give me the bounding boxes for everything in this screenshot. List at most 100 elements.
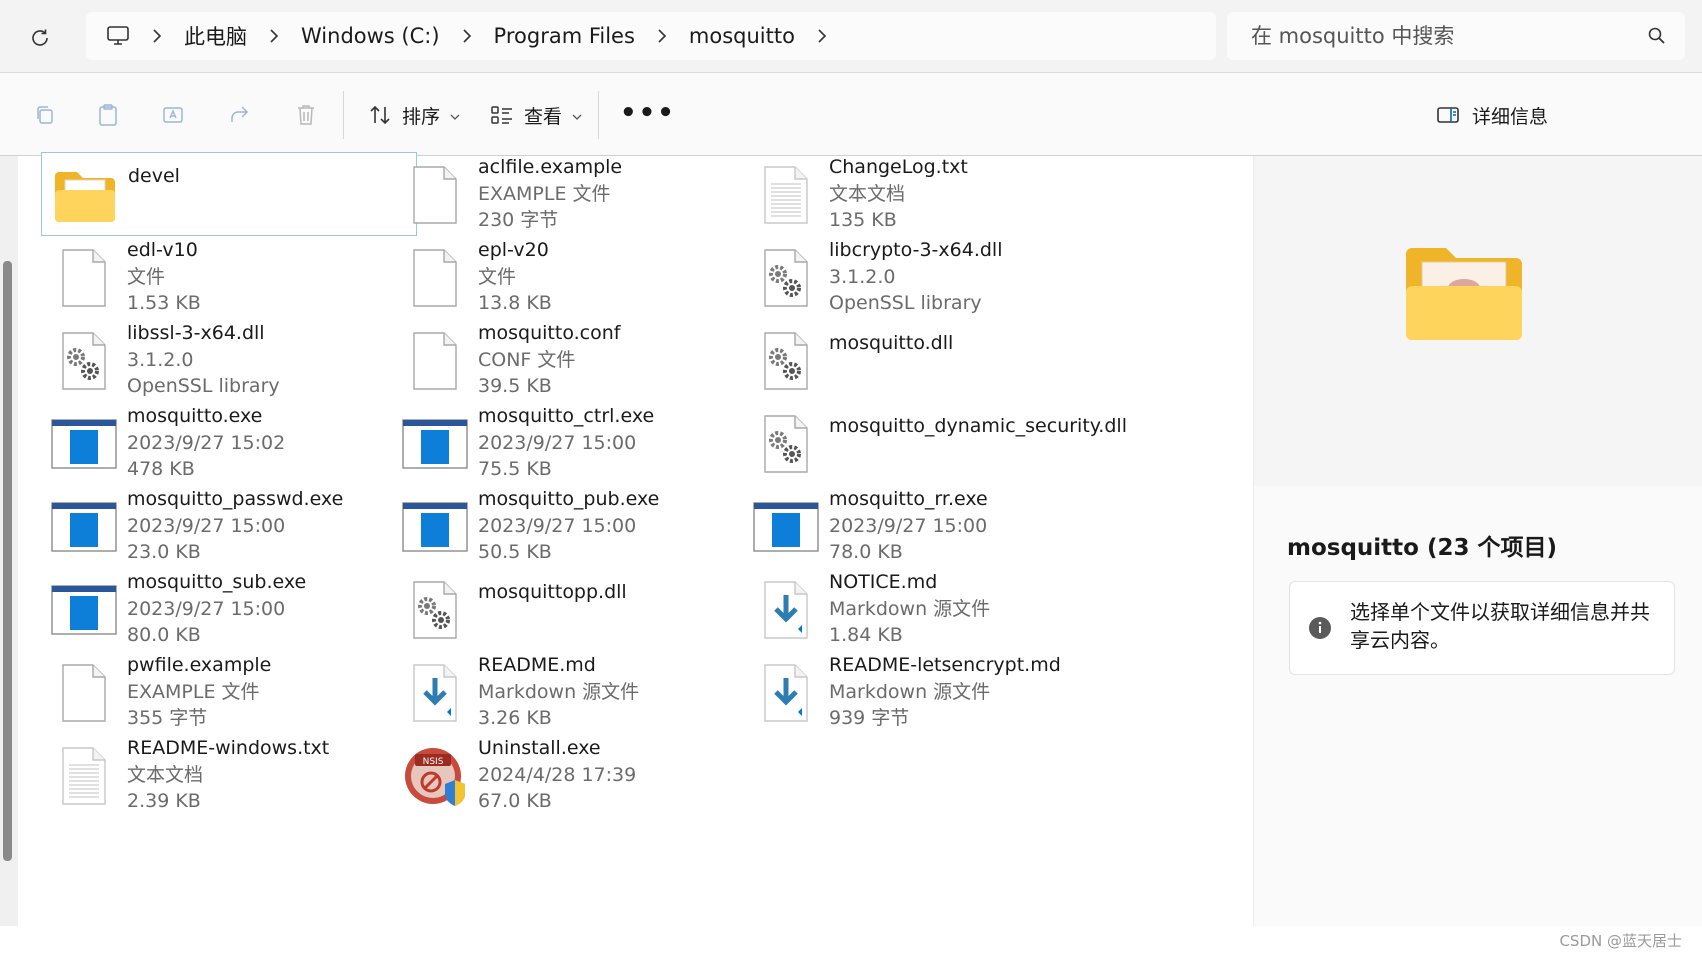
file-name: mosquitto.dll	[829, 332, 954, 354]
search-icon[interactable]	[1647, 26, 1667, 50]
generic-file-icon	[47, 243, 121, 313]
exe-file-icon	[47, 409, 121, 479]
file-size: 2.39 KB	[127, 790, 201, 812]
scrollbar-thumb[interactable]	[3, 261, 12, 861]
file-name: Uninstall.exe	[478, 737, 601, 759]
file-name: mosquitto.conf	[478, 322, 621, 344]
search-box[interactable]	[1227, 12, 1685, 60]
chevron-right-icon[interactable]	[269, 28, 279, 44]
copy-button[interactable]	[27, 97, 63, 133]
file-item-text: NOTICE.md Markdown 源文件 1.84 KB	[829, 569, 990, 649]
file-item[interactable]: mosquitto_ctrl.exe 2023/9/27 15:00 75.5 KB	[392, 401, 768, 485]
delete-button[interactable]	[288, 97, 324, 133]
file-item[interactable]: mosquitto.exe 2023/9/27 15:02 478 KB	[41, 401, 417, 485]
file-item[interactable]: edl-v10 文件 1.53 KB	[41, 235, 417, 319]
details-pane: mosquitto (23 个项目) 选择单个文件以获取详细信息并共享云内容。	[1253, 156, 1702, 926]
share-button[interactable]	[222, 97, 258, 133]
file-item[interactable]: mosquitto_pub.exe 2023/9/27 15:00 50.5 KB	[392, 484, 768, 568]
file-item[interactable]: epl-v20 文件 13.8 KB	[392, 235, 768, 319]
scrollbar[interactable]	[0, 156, 18, 926]
view-icon	[491, 106, 512, 124]
file-size: 75.5 KB	[478, 458, 552, 480]
file-item[interactable]: README-letsencrypt.md Markdown 源文件 939 字节	[743, 650, 1119, 734]
details-pane-icon	[1437, 107, 1459, 123]
file-item-text: mosquitto.exe 2023/9/27 15:02 478 KB	[127, 403, 285, 483]
search-input[interactable]	[1249, 23, 1633, 49]
file-detail-line: Markdown 源文件	[478, 680, 640, 703]
file-name: mosquitto_rr.exe	[829, 488, 988, 510]
chevron-down-icon	[450, 104, 460, 126]
chevron-down-icon	[572, 104, 582, 126]
details-pane-button[interactable]: 详细信息	[1436, 97, 1548, 133]
exe-file-icon	[398, 492, 472, 562]
address-box[interactable]: 此电脑 Windows (C:) Program Files mosquitto	[86, 12, 1216, 60]
text-file-icon	[47, 741, 121, 811]
file-item-text: mosquittopp.dll	[478, 579, 627, 606]
toolbar-divider	[343, 91, 344, 139]
breadcrumb-program-files[interactable]: Program Files	[494, 24, 635, 48]
breadcrumb-windows-c[interactable]: Windows (C:)	[301, 24, 440, 48]
paste-button[interactable]	[90, 97, 126, 133]
file-detail-line: 文本文档	[127, 763, 204, 786]
view-dropdown[interactable]: 查看	[490, 97, 582, 133]
file-list[interactable]: devel aclfile.example EXAMPLE 文件 230 字节 Chan…	[0, 152, 1252, 926]
chevron-right-icon[interactable]	[817, 28, 827, 44]
info-icon	[1309, 617, 1331, 639]
file-item[interactable]: mosquitto_passwd.exe 2023/9/27 15:00 23.0 …	[41, 484, 417, 568]
file-detail-line: 文本文档	[829, 182, 906, 205]
file-item[interactable]: pwfile.example EXAMPLE 文件 355 字节	[41, 650, 417, 734]
breadcrumb-this-pc[interactable]: 此电脑	[184, 21, 247, 51]
chevron-right-icon[interactable]	[657, 28, 667, 44]
breadcrumb-mosquitto[interactable]: mosquitto	[689, 24, 795, 48]
file-size: 478 KB	[127, 458, 195, 480]
file-name: NOTICE.md	[829, 571, 938, 593]
file-item[interactable]: ChangeLog.txt 文本文档 135 KB	[743, 152, 1119, 236]
file-name: ChangeLog.txt	[829, 156, 968, 178]
file-item[interactable]: mosquitto_sub.exe 2023/9/27 15:00 80.0 KB	[41, 567, 417, 651]
file-name: mosquitto_passwd.exe	[127, 488, 344, 510]
file-detail-line: 文件	[127, 265, 166, 288]
this-pc-icon[interactable]	[106, 25, 130, 47]
sort-dropdown[interactable]: 排序	[368, 97, 460, 133]
watermark-text: CSDN @蓝天居士	[1559, 932, 1682, 950]
file-detail-line: 3.1.2.0	[829, 265, 896, 288]
file-item[interactable]: devel	[41, 152, 417, 236]
file-item[interactable]: mosquittopp.dll	[392, 567, 768, 651]
more-options-button[interactable]: •••	[620, 100, 676, 126]
chevron-right-icon[interactable]	[462, 28, 472, 44]
text-file-icon	[749, 160, 823, 230]
exe-file-icon	[398, 409, 472, 479]
rename-icon	[163, 107, 183, 123]
file-item[interactable]: mosquitto_rr.exe 2023/9/27 15:00 78.0 KB	[743, 484, 1119, 568]
rename-button[interactable]	[156, 97, 192, 133]
file-item[interactable]: NOTICE.md Markdown 源文件 1.84 KB	[743, 567, 1119, 651]
chevron-right-icon[interactable]	[152, 28, 162, 44]
generic-file-icon	[398, 160, 472, 230]
file-item[interactable]: aclfile.example EXAMPLE 文件 230 字节	[392, 152, 768, 236]
generic-file-icon	[47, 658, 121, 728]
file-item[interactable]: mosquitto.dll	[743, 318, 1119, 402]
view-label: 查看	[524, 105, 563, 128]
file-item-text: Uninstall.exe 2024/4/28 17:39 67.0 KB	[478, 735, 636, 815]
refresh-button[interactable]	[22, 20, 58, 56]
file-detail-line: 文件	[478, 265, 517, 288]
file-item[interactable]: mosquitto.conf CONF 文件 39.5 KB	[392, 318, 768, 402]
details-title: mosquitto (23 个项目)	[1287, 535, 1558, 561]
file-name: mosquitto.exe	[127, 405, 263, 427]
file-item[interactable]: NSIS Uninstall.exe 2024/4/28 17:39 67.0 KB	[392, 733, 768, 817]
sort-label: 排序	[402, 105, 441, 128]
file-item[interactable]: libssl-3-x64.dll 3.1.2.0 OpenSSL library	[41, 318, 417, 402]
file-item[interactable]: mosquitto_dynamic_security.dll	[743, 401, 1127, 485]
copy-icon	[37, 106, 53, 124]
file-item[interactable]: README-windows.txt 文本文档 2.39 KB	[41, 733, 417, 817]
file-size: 3.26 KB	[478, 707, 552, 729]
file-size: 50.5 KB	[478, 541, 552, 563]
folder-icon	[48, 161, 122, 231]
dll-file-icon	[47, 326, 121, 396]
sort-icon	[370, 105, 390, 125]
file-name: README-windows.txt	[127, 737, 330, 759]
file-item[interactable]: README.md Markdown 源文件 3.26 KB	[392, 650, 768, 734]
file-item[interactable]: libcrypto-3-x64.dll 3.1.2.0 OpenSSL librar…	[743, 235, 1119, 319]
file-name: README.md	[478, 654, 596, 676]
file-name: mosquitto_pub.exe	[478, 488, 660, 510]
